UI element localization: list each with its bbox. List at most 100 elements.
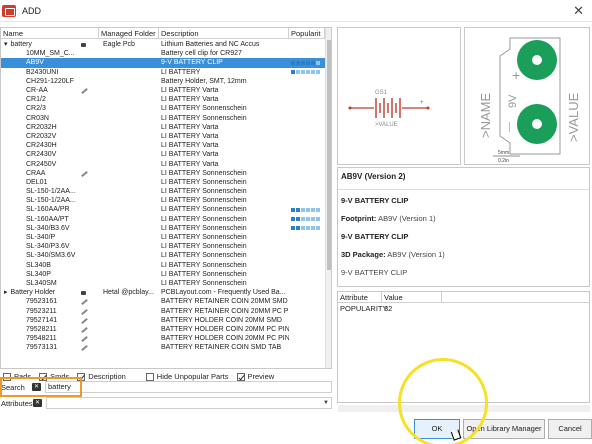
row-name: CH291-1220LF bbox=[26, 77, 74, 85]
attribute-name: POPULARITY bbox=[340, 304, 388, 313]
col-folder-header[interactable]: Managed Folder bbox=[99, 28, 159, 39]
row-name: CR2032H bbox=[26, 123, 57, 131]
device-row[interactable]: AB9V 9-V BATTERY CLIP bbox=[1, 58, 325, 68]
row-name: 79523161 bbox=[26, 298, 58, 306]
library-row[interactable]: ▾ battery Eagle Pcb Lithium Batteries and N… bbox=[1, 40, 325, 49]
device-row[interactable]: SL340B LI BATTERY Sonnenschein bbox=[1, 261, 325, 270]
row-name-cell: SL-340/SM3.6V bbox=[1, 251, 99, 260]
attributes-row: Attributes ✕ ▼ bbox=[0, 396, 332, 410]
popularity-segment bbox=[296, 226, 300, 231]
row-name-cell: CR03N bbox=[1, 114, 99, 123]
device-row[interactable]: 79573131 BATTERY RETAINER COIN SMD TAB bbox=[1, 343, 325, 352]
close-icon[interactable]: ✕ bbox=[573, 3, 584, 19]
device-row[interactable]: CRAA LI BATTERY Sonnenschein bbox=[1, 169, 325, 178]
popularity-segment bbox=[306, 70, 310, 75]
device-row[interactable]: SL-340/P3.6V LI BATTERY Sonnenschein bbox=[1, 242, 325, 251]
popularity-segment bbox=[316, 70, 320, 75]
pencil-icon bbox=[81, 317, 88, 324]
title-bar: ADD ✕ bbox=[0, 0, 592, 22]
attributes-input[interactable]: ▼ bbox=[46, 397, 332, 409]
row-name-cell: SL-150-1/2AA... bbox=[1, 196, 99, 205]
row-description: BATTERY RETAINER COIN 20MM SMD bbox=[161, 298, 288, 306]
device-row[interactable]: 79527141 BATTERY HOLDER COIN 20MM SMD bbox=[1, 316, 325, 325]
attribute-value: 32 bbox=[384, 304, 393, 313]
device-row[interactable]: SL-340/SM3.6V LI BATTERY Sonnenschein bbox=[1, 251, 325, 260]
cancel-button[interactable]: Cancel bbox=[548, 419, 592, 439]
popularity-bar bbox=[291, 60, 320, 65]
device-row[interactable]: SL-340/B3.6V LI BATTERY Sonnenschein bbox=[1, 224, 325, 233]
device-row[interactable]: CR2032H LI BATTERY Varta bbox=[1, 123, 325, 132]
package-link[interactable]: AB9V (Version 1) bbox=[387, 250, 445, 259]
device-row[interactable]: 79528211 BATTERY HOLDER COIN 20MM PC PIN bbox=[1, 325, 325, 334]
row-description: LI BATTERY Sonnenschein bbox=[161, 169, 247, 177]
row-description: LI BATTERY Sonnenschein bbox=[161, 261, 247, 269]
row-name-cell: 10MM_SM_C... bbox=[1, 49, 99, 58]
device-row[interactable]: CR03N LI BATTERY Sonnenschein bbox=[1, 114, 325, 123]
row-description: LI BATTERY Sonnenschein bbox=[161, 224, 247, 232]
row-description: LI BATTERY Sonnenschein bbox=[161, 234, 247, 242]
row-name: B2430UNI bbox=[26, 68, 59, 76]
value-col-header[interactable]: Value bbox=[382, 292, 442, 302]
device-row[interactable]: CR2430V LI BATTERY Varta bbox=[1, 150, 325, 159]
device-row[interactable]: CR2450V LI BATTERY Varta bbox=[1, 159, 325, 168]
row-name-cell: ▾ battery bbox=[1, 40, 99, 49]
horizontal-scrollbar[interactable] bbox=[338, 405, 590, 412]
device-row[interactable]: SL-160AA/PR LI BATTERY Sonnenschein bbox=[1, 205, 325, 214]
lock-icon bbox=[81, 43, 86, 48]
search-input[interactable]: battery bbox=[45, 381, 332, 393]
device-info-pane: AB9V (Version 2) 9-V BATTERY CLIP Footpr… bbox=[337, 167, 590, 287]
device-row[interactable]: CR2032V LI BATTERY Varta bbox=[1, 132, 325, 141]
footprint-preview: >NAME 9V + — >VALUE 5mm 0.2in bbox=[464, 27, 590, 165]
search-label: Search bbox=[1, 382, 25, 392]
device-row[interactable]: SL-340/P LI BATTERY Sonnenschein bbox=[1, 233, 325, 242]
col-popularity-header[interactable]: Popularit bbox=[289, 28, 325, 39]
library-row[interactable]: ▸ Battery Holder Hetal @pcblay... PCBLayout… bbox=[1, 288, 325, 297]
row-name: CR-AA bbox=[26, 87, 48, 95]
popularity-segment bbox=[296, 207, 300, 212]
device-row[interactable]: SL340P LI BATTERY Sonnenschein bbox=[1, 270, 325, 279]
attribute-col-header[interactable]: Attribute bbox=[338, 292, 382, 302]
row-folder: Hetal @pcblay... bbox=[103, 289, 154, 297]
pencil-icon bbox=[81, 88, 88, 95]
chevron-right-icon[interactable]: ▸ bbox=[4, 289, 8, 296]
device-row[interactable]: 79548211 BATTERY HOLDER COIN 20MM PC PIN bbox=[1, 334, 325, 343]
device-row[interactable]: SL-150-1/2AA... LI BATTERY Sonnenschein bbox=[1, 187, 325, 196]
clear-search-icon[interactable]: ✕ bbox=[32, 383, 41, 391]
clear-attributes-icon[interactable]: ✕ bbox=[33, 399, 42, 407]
chevron-down-icon[interactable]: ▼ bbox=[323, 400, 329, 406]
open-library-manager-button[interactable]: Open Library Manager bbox=[463, 419, 545, 439]
device-row[interactable]: CR2430H LI BATTERY Varta bbox=[1, 141, 325, 150]
row-name-cell: CR-AA bbox=[1, 86, 99, 95]
row-name: battery bbox=[10, 41, 32, 49]
info-divider bbox=[338, 189, 589, 190]
tree-scrollbar-thumb[interactable] bbox=[327, 40, 331, 270]
tree-scrollbar[interactable] bbox=[325, 28, 331, 368]
row-name-cell: CR2450V bbox=[1, 160, 99, 169]
row-description: BATTERY RETAINER COIN SMD TAB bbox=[161, 344, 282, 352]
device-row[interactable]: CR-AA LI BATTERY Varta bbox=[1, 86, 325, 95]
col-description-header[interactable]: Description bbox=[159, 28, 289, 39]
device-row[interactable]: B2430UNI LI BATTERY bbox=[1, 68, 325, 77]
device-row[interactable]: CH291-1220LF Battery Holder, SMT, 12mm bbox=[1, 77, 325, 86]
device-row[interactable]: SL-150-1/2AA... LI BATTERY Sonnenschein bbox=[1, 196, 325, 205]
footprint-link[interactable]: AB9V (Version 1) bbox=[378, 214, 436, 223]
col-name-header[interactable]: Name bbox=[1, 28, 99, 39]
row-name: CR2032V bbox=[26, 132, 57, 140]
device-row[interactable]: DEL01 LI BATTERY Sonnenschein bbox=[1, 178, 325, 187]
row-description: LI BATTERY Sonnenschein bbox=[161, 114, 247, 122]
chevron-down-icon[interactable]: ▾ bbox=[4, 41, 8, 48]
device-row[interactable]: 10MM_SM_C... Battery cell clip for CR927 bbox=[1, 49, 325, 58]
symbol-ref-label: GS1 bbox=[375, 90, 388, 96]
device-row[interactable]: CR1/2 LI BATTERY Varta bbox=[1, 95, 325, 104]
pencil-icon bbox=[81, 345, 88, 352]
device-row[interactable]: 79523211 BATTERY RETAINER COIN 20MM PC PI… bbox=[1, 306, 325, 315]
device-row[interactable]: 79523161 BATTERY RETAINER COIN 20MM SMD bbox=[1, 297, 325, 306]
row-name-cell: 79523161 bbox=[1, 297, 99, 306]
row-description: LI BATTERY Sonnenschein bbox=[161, 105, 247, 113]
row-description: 9-V BATTERY CLIP bbox=[161, 59, 223, 67]
device-row[interactable]: CR2/3 LI BATTERY Sonnenschein bbox=[1, 104, 325, 113]
device-row[interactable]: SL340SM LI BATTERY Sonnenschein bbox=[1, 279, 325, 288]
device-row[interactable]: SL-160AA/PT LI BATTERY Sonnenschein bbox=[1, 215, 325, 224]
row-name: 79528211 bbox=[26, 325, 57, 333]
popularity-segment bbox=[316, 226, 320, 231]
